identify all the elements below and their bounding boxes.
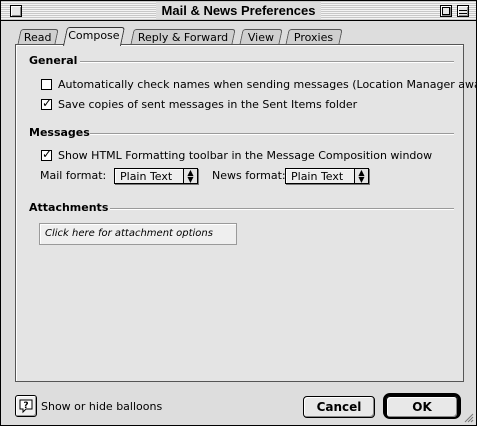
tab-view[interactable]: View xyxy=(239,29,283,45)
save-copies-row[interactable]: Save copies of sent messages in the Sent… xyxy=(41,96,358,111)
save-copies-checkbox[interactable] xyxy=(41,96,52,110)
tab-proxies[interactable]: Proxies xyxy=(285,29,343,45)
ok-button[interactable]: OK xyxy=(386,396,458,418)
window-title: Mail & News Preferences xyxy=(155,2,322,19)
compose-panel: General Automatically check names when s… xyxy=(15,44,477,382)
news-format-label: News format: xyxy=(212,169,286,182)
close-box-icon[interactable] xyxy=(10,5,22,17)
news-format-popup[interactable]: Plain Text ▲ ▼ xyxy=(285,168,369,184)
zoom-box-icon[interactable] xyxy=(440,5,452,17)
mail-format-popup[interactable]: Plain Text ▲ ▼ xyxy=(114,168,198,184)
mail-format-value: Plain Text xyxy=(120,169,173,183)
balloon-help-icon[interactable]: ? xyxy=(15,395,37,417)
preferences-window: Mail & News Preferences Read Compose Rep… xyxy=(0,0,477,426)
html-toolbar-label: Show HTML Formatting toolbar in the Mess… xyxy=(58,149,433,162)
html-toolbar-checkbox[interactable] xyxy=(41,147,52,161)
mail-format-label: Mail format: xyxy=(40,169,107,182)
html-toolbar-row[interactable]: Show HTML Formatting toolbar in the Mess… xyxy=(41,147,433,162)
popup-arrows-icon: ▲ ▼ xyxy=(183,169,197,184)
attachment-options-button[interactable]: Click here for attachment options xyxy=(39,223,237,245)
check-names-label: Automatically check names when sending m… xyxy=(58,78,477,91)
svg-text:?: ? xyxy=(23,401,28,411)
check-names-row[interactable]: Automatically check names when sending m… xyxy=(41,78,477,91)
attachments-heading: Attachments xyxy=(29,201,109,214)
general-heading: General xyxy=(29,54,78,67)
balloon-help-label: Show or hide balloons xyxy=(41,400,163,413)
tab-bar: Read Compose Reply & Forward View Proxie… xyxy=(15,27,465,46)
tab-read[interactable]: Read xyxy=(17,29,59,45)
popup-arrows-icon: ▲ ▼ xyxy=(354,169,368,184)
tab-compose[interactable]: Compose xyxy=(62,27,126,46)
cancel-button[interactable]: Cancel xyxy=(303,396,375,418)
attachments-divider xyxy=(110,208,454,210)
general-divider xyxy=(80,61,454,63)
messages-divider xyxy=(90,133,454,135)
resize-grip-icon[interactable] xyxy=(462,411,474,423)
title-bar[interactable]: Mail & News Preferences xyxy=(1,1,476,21)
check-names-checkbox[interactable] xyxy=(41,79,52,90)
news-format-value: Plain Text xyxy=(291,169,344,183)
messages-heading: Messages xyxy=(29,126,90,139)
tab-reply-forward[interactable]: Reply & Forward xyxy=(130,29,236,45)
save-copies-label: Save copies of sent messages in the Sent… xyxy=(58,98,358,111)
collapse-box-icon[interactable] xyxy=(457,5,469,17)
